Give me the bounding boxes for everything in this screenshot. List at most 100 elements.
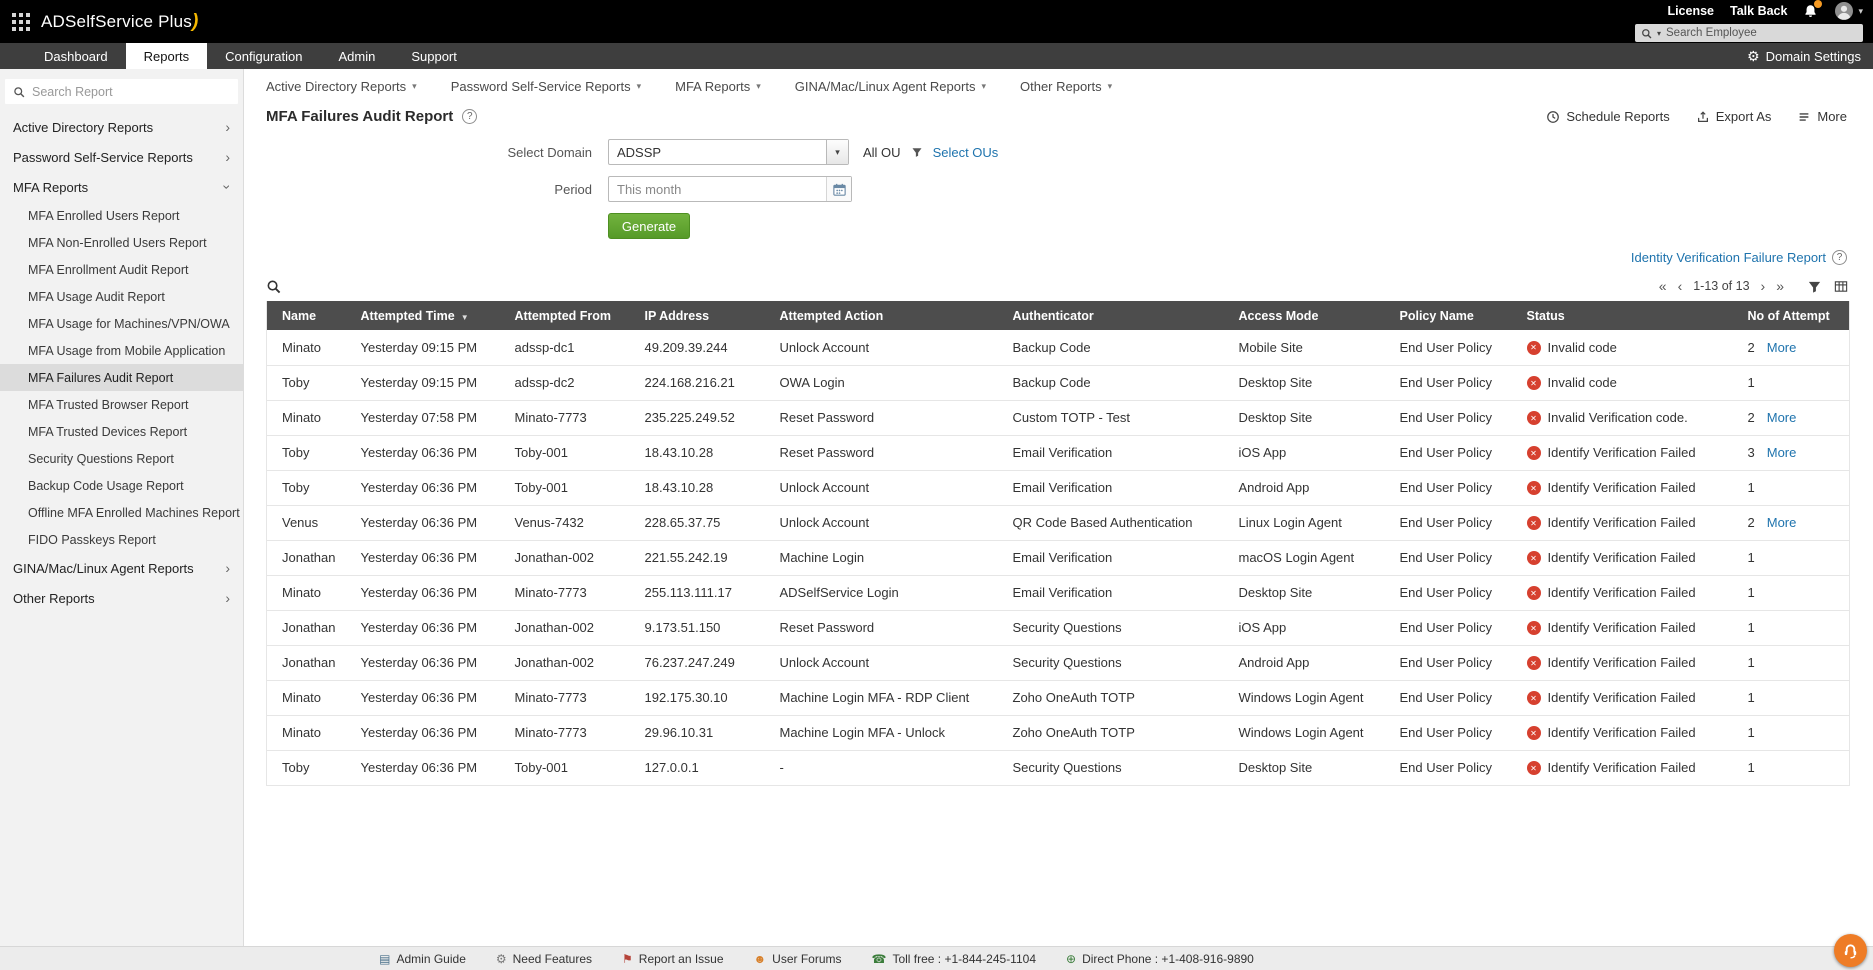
sidebar-item-mfa-non-enrolled-users-report[interactable]: MFA Non-Enrolled Users Report [0, 229, 243, 256]
column-header-name[interactable]: Name [267, 301, 353, 330]
table-search-button[interactable] [266, 279, 281, 294]
cell-status: ✕Identify Verification Failed [1519, 540, 1740, 575]
search-icon [13, 86, 25, 98]
nav-tabs: DashboardReportsConfigurationAdminSuppor… [26, 43, 475, 69]
domain-select[interactable]: ADSSP ▾ [608, 139, 849, 165]
sidebar-item-backup-code-usage-report[interactable]: Backup Code Usage Report [0, 472, 243, 499]
need-features-link[interactable]: ⚙Need Features [496, 952, 592, 966]
apps-grid-icon[interactable] [12, 13, 30, 31]
table-row: MinatoYesterday 07:58 PMMinato-7773235.2… [267, 400, 1850, 435]
column-header-attempted-action[interactable]: Attempted Action [772, 301, 1005, 330]
talk-back-link[interactable]: Talk Back [1730, 4, 1787, 18]
sidebar-item-mfa-trusted-browser-report[interactable]: MFA Trusted Browser Report [0, 391, 243, 418]
sidebar-item-mfa-usage-audit-report[interactable]: MFA Usage Audit Report [0, 283, 243, 310]
cell-status: ✕Identify Verification Failed [1519, 505, 1740, 540]
cell-from: Toby-001 [507, 435, 637, 470]
export-as-button[interactable]: Export As [1696, 109, 1772, 124]
app-logo[interactable]: ADSelfService Plus) [41, 11, 199, 33]
column-header-no-of-attempt[interactable]: No of Attempt [1740, 301, 1850, 330]
report-menu-mfa-reports[interactable]: MFA Reports▾ [675, 79, 761, 94]
direct-phone-info[interactable]: ⊕Direct Phone : +1-408-916-9890 [1066, 952, 1254, 966]
generate-button[interactable]: Generate [608, 213, 690, 239]
identity-verification-failure-report-link[interactable]: Identity Verification Failure Report [1631, 250, 1826, 265]
sidebar-item-mfa-enrolled-users-report[interactable]: MFA Enrolled Users Report [0, 202, 243, 229]
period-input[interactable]: This month [608, 176, 852, 202]
report-menu-active-directory-reports[interactable]: Active Directory Reports▾ [266, 79, 417, 94]
report-menu-password-self-service-reports[interactable]: Password Self-Service Reports▾ [451, 79, 641, 94]
pagination-prev-button[interactable]: ‹ [1678, 279, 1683, 293]
cell-auth: Security Questions [1005, 750, 1231, 785]
cell-status: ✕Identify Verification Failed [1519, 715, 1740, 750]
table-row: JonathanYesterday 06:36 PMJonathan-0029.… [267, 610, 1850, 645]
cell-name: Minato [267, 575, 353, 610]
cell-mode: Desktop Site [1231, 365, 1392, 400]
tab-dashboard[interactable]: Dashboard [26, 43, 126, 69]
column-header-status[interactable]: Status [1519, 301, 1740, 330]
user-menu[interactable]: ▾ [1834, 1, 1863, 21]
sidebar-item-mfa-trusted-devices-report[interactable]: MFA Trusted Devices Report [0, 418, 243, 445]
column-header-attempted-from[interactable]: Attempted From [507, 301, 637, 330]
tab-support[interactable]: Support [393, 43, 475, 69]
calendar-button[interactable] [826, 177, 851, 201]
sidebar-item-security-questions-report[interactable]: Security Questions Report [0, 445, 243, 472]
more-button[interactable]: More [1797, 109, 1847, 124]
admin-guide-link[interactable]: ▤Admin Guide [379, 952, 466, 966]
pagination-last-button[interactable]: » [1776, 279, 1784, 293]
schedule-reports-button[interactable]: Schedule Reports [1546, 109, 1669, 124]
report-search-input[interactable] [32, 85, 230, 99]
flag-icon: ⚑ [622, 953, 633, 965]
pagination-next-button[interactable]: › [1761, 279, 1766, 293]
report-search[interactable] [5, 79, 238, 104]
sidebar-item-offline-mfa-enrolled-machines-report[interactable]: Offline MFA Enrolled Machines Report [0, 499, 243, 526]
report-menu-gina-mac-linux-agent-reports[interactable]: GINA/Mac/Linux Agent Reports▾ [795, 79, 986, 94]
cell-status: ✕Identify Verification Failed [1519, 435, 1740, 470]
sidebar-section-active-directory-reports[interactable]: Active Directory Reports› [0, 112, 243, 142]
employee-search-input[interactable] [1666, 27, 1857, 39]
sidebar-item-fido-passkeys-report[interactable]: FIDO Passkeys Report [0, 526, 243, 553]
tab-reports[interactable]: Reports [126, 43, 208, 69]
column-header-authenticator[interactable]: Authenticator [1005, 301, 1231, 330]
status-text: Identify Verification Failed [1548, 656, 1696, 671]
error-icon: ✕ [1527, 341, 1541, 355]
employee-search[interactable]: ▾ [1635, 24, 1863, 42]
pagination-first-button[interactable]: « [1659, 279, 1667, 293]
select-ous-link[interactable]: Select OUs [933, 145, 999, 160]
cell-ip: 29.96.10.31 [637, 715, 772, 750]
sidebar-item-mfa-usage-for-machines-vpn-owa[interactable]: MFA Usage for Machines/VPN/OWA [0, 310, 243, 337]
more-link[interactable]: More [1767, 410, 1797, 425]
sidebar-item-mfa-enrollment-audit-report[interactable]: MFA Enrollment Audit Report [0, 256, 243, 283]
sidebar-section-gina-mac-linux-agent-reports[interactable]: GINA/Mac/Linux Agent Reports› [0, 553, 243, 583]
tab-configuration[interactable]: Configuration [207, 43, 320, 69]
domain-settings-button[interactable]: ⚙ Domain Settings [1747, 43, 1861, 69]
more-link[interactable]: More [1767, 445, 1797, 460]
column-header-attempted-time[interactable]: Attempted Time▼ [353, 301, 507, 330]
cell-name: Minato [267, 400, 353, 435]
cell-attempts: 1 [1740, 645, 1850, 680]
more-link[interactable]: More [1767, 515, 1797, 530]
table-toolbar: « ‹ 1-13 of 13 › » [266, 271, 1849, 301]
toll-free-info[interactable]: ☎Toll free : +1-844-245-1104 [872, 952, 1037, 966]
status-text: Invalid code [1548, 376, 1617, 391]
column-header-policy-name[interactable]: Policy Name [1392, 301, 1519, 330]
support-chat-button[interactable] [1834, 934, 1867, 967]
sidebar-section-other-reports[interactable]: Other Reports› [0, 583, 243, 613]
sidebar-section-password-self-service-reports[interactable]: Password Self-Service Reports› [0, 142, 243, 172]
report-menu-other-reports[interactable]: Other Reports▾ [1020, 79, 1112, 94]
report-an-issue-link[interactable]: ⚑Report an Issue [622, 952, 723, 966]
column-chooser-button[interactable] [1833, 279, 1849, 294]
user-forums-link[interactable]: ☻User Forums [754, 952, 842, 966]
help-icon[interactable]: ? [1832, 250, 1847, 265]
sidebar-section-mfa-reports[interactable]: MFA Reports› [0, 172, 243, 202]
license-link[interactable]: License [1667, 4, 1714, 18]
column-header-access-mode[interactable]: Access Mode [1231, 301, 1392, 330]
gear-icon: ⚙ [496, 953, 507, 965]
notification-bell-icon[interactable] [1803, 3, 1818, 19]
help-icon[interactable]: ? [462, 109, 477, 124]
sidebar-item-mfa-failures-audit-report[interactable]: MFA Failures Audit Report [0, 364, 243, 391]
tab-admin[interactable]: Admin [320, 43, 393, 69]
column-header-ip-address[interactable]: IP Address [637, 301, 772, 330]
more-link[interactable]: More [1767, 340, 1797, 355]
sidebar-item-mfa-usage-from-mobile-application[interactable]: MFA Usage from Mobile Application [0, 337, 243, 364]
filter-button[interactable] [1807, 279, 1822, 294]
cell-policy: End User Policy [1392, 750, 1519, 785]
